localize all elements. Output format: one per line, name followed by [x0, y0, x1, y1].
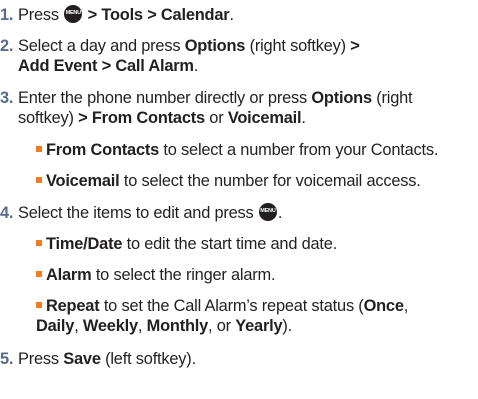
option-description: to set the Call Alarm’s repeat status (: [99, 297, 364, 315]
option-description: ).: [282, 317, 293, 335]
option-name: Alarm: [46, 266, 92, 284]
step-text-plain: .: [301, 109, 306, 127]
option-description: to select a number from your Contacts.: [159, 141, 439, 159]
bullet-square-icon: [36, 301, 42, 308]
bullet-square-icon: [36, 239, 42, 246]
step-text: Select the items to edit and press MENU O…: [18, 202, 283, 227]
menu-option: Voicemail: [227, 109, 302, 127]
step-text-plain: (right softkey): [245, 37, 351, 55]
bullet-text: Time/Date to edit the start time and dat…: [36, 234, 337, 254]
bullet-square-icon: [36, 176, 42, 183]
step-text: Press Save (left softkey).: [18, 349, 196, 369]
softkey-label: Save: [63, 350, 101, 368]
step-text-plain: (left softkey).: [100, 350, 196, 368]
softkey-label: Options: [184, 37, 246, 55]
option-name: Repeat: [46, 297, 100, 315]
step-text-plain: .: [277, 204, 283, 222]
step-number: 2.: [0, 37, 14, 55]
instructions-document: 1. Press MENU OK > Tools > Calendar. 2. S…: [0, 0, 478, 399]
separator: ,: [137, 317, 147, 335]
bullet-text: Daily, Weekly, Monthly, or Yearly).: [36, 316, 292, 336]
bullet-square-icon: [36, 270, 42, 277]
menu-icon-bottom-text: OK: [263, 221, 272, 228]
option-name: From Contacts: [46, 141, 160, 159]
step-text: Add Event > Call Alarm.: [18, 56, 198, 76]
bullet-text: Repeat to set the Call Alarm’s repeat st…: [36, 296, 408, 316]
step-text-plain: (right: [371, 89, 413, 107]
bullet-text: Voicemail to select the number for voice…: [36, 171, 421, 191]
menu-icon-top-text: MENU: [260, 207, 276, 214]
step-text-plain: or: [204, 109, 228, 127]
step-number: 3.: [0, 89, 14, 107]
step-text: softkey) > From Contacts or Voicemail.: [18, 108, 306, 128]
option-description: to select the number for voicemail acces…: [119, 172, 421, 190]
softkey-label: Options: [311, 89, 372, 107]
step-text: Press MENU OK > Tools > Calendar.: [18, 4, 234, 29]
menu-path: >: [350, 37, 360, 55]
step-text: Enter the phone number directly or press…: [18, 88, 413, 108]
option-description: to edit the start time and date.: [122, 235, 338, 253]
repeat-option: Yearly: [235, 317, 283, 335]
step-text-plain: Press: [18, 6, 59, 24]
menu-icon-top-text: MENU: [65, 9, 82, 16]
step-text-plain: .: [193, 57, 199, 75]
step-text: Select a day and press Options (right so…: [18, 36, 360, 56]
option-name: Voicemail: [46, 172, 120, 190]
separator: , or: [208, 317, 236, 335]
bullet-text: Alarm to select the ringer alarm.: [36, 265, 276, 285]
option-description: ,: [403, 297, 409, 315]
bullet-square-icon: [36, 145, 42, 152]
step-number: 5.: [0, 350, 14, 368]
step-text-plain: .: [229, 6, 234, 24]
repeat-option: Once: [363, 297, 404, 315]
step-text-plain: Select the items to edit and press: [18, 204, 254, 222]
separator: ,: [74, 317, 83, 335]
repeat-option: Monthly: [146, 317, 209, 335]
step-number: 1.: [0, 6, 14, 24]
step-text-plain: Select a day and press: [18, 37, 185, 55]
step-number: 4.: [0, 204, 14, 222]
option-name: Time/Date: [46, 235, 123, 253]
bullet-text: From Contacts to select a number from yo…: [36, 140, 438, 160]
step-text-plain: softkey): [18, 109, 79, 127]
step-text-plain: Enter the phone number directly or press: [18, 89, 312, 107]
repeat-option: Weekly: [82, 317, 138, 335]
menu-path: Add Event > Call Alarm: [18, 57, 194, 75]
option-description: to select the ringer alarm.: [91, 266, 276, 284]
menu-icon-bottom-text: OK: [69, 23, 78, 30]
step-text-plain: Press: [18, 350, 64, 368]
repeat-option: Daily: [36, 317, 75, 335]
menu-path: > From Contacts: [78, 109, 205, 127]
menu-path: > Tools > Calendar: [87, 6, 230, 24]
menu-ok-key-icon: MENU OK: [258, 202, 277, 227]
menu-ok-key-icon: MENU OK: [64, 4, 83, 29]
